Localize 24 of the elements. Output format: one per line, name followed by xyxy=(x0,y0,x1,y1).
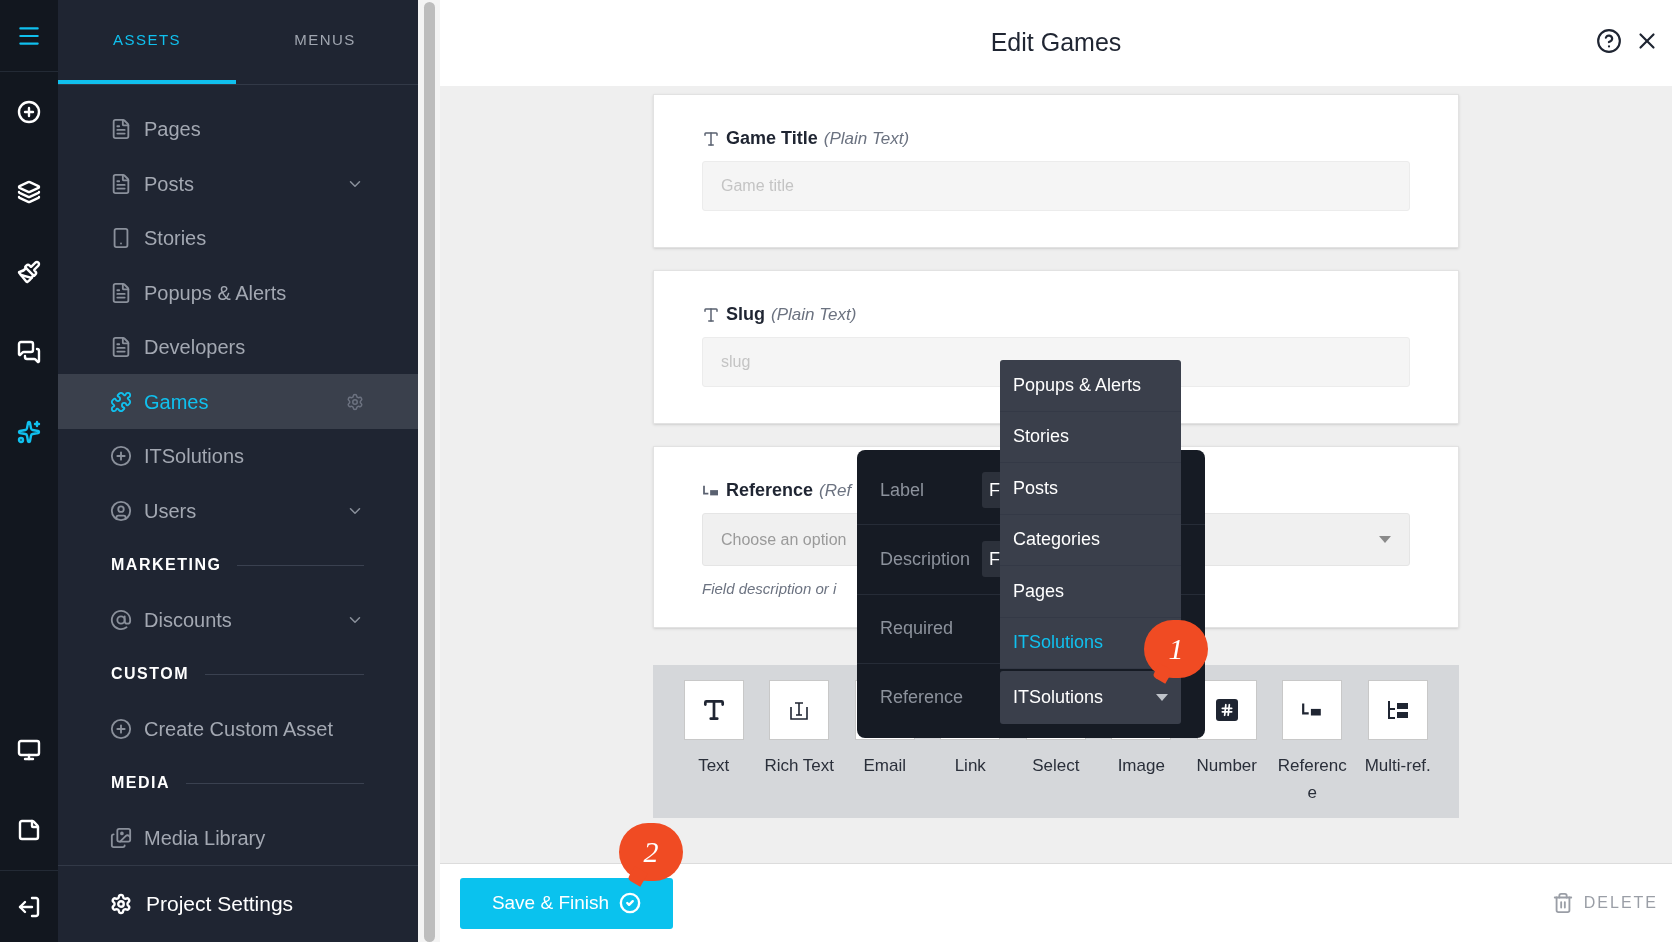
section-heading: CUSTOM xyxy=(111,664,190,685)
field-description: Field description or i xyxy=(702,579,837,599)
field-type-label: Select xyxy=(1031,754,1081,777)
setting-label: Label xyxy=(880,478,926,502)
field-type-label: Email xyxy=(862,754,907,777)
field-label: Game Title xyxy=(726,127,818,150)
field-type-label: Link xyxy=(953,754,987,777)
field-label: Reference xyxy=(726,479,814,502)
field-type-label: Number xyxy=(1195,754,1258,777)
field-type-label: Reference xyxy=(1276,754,1348,804)
field-type-label: Rich Text xyxy=(763,754,836,777)
setting-label: Reference xyxy=(880,686,965,710)
field-type-label: Image xyxy=(1116,754,1166,777)
field-type-label: (Plain Text) xyxy=(823,127,910,150)
section-heading: MARKETING xyxy=(111,555,222,576)
section-heading: MEDIA xyxy=(111,773,171,794)
field-type-label: Text xyxy=(697,754,731,777)
setting-label: Description xyxy=(880,547,972,571)
setting-label: Required xyxy=(880,617,955,641)
field-type-label: (Plain Text) xyxy=(771,303,857,326)
page-title: Edit Games xyxy=(990,27,1122,59)
field-type-label: Multi-ref. xyxy=(1363,754,1432,777)
field-type-label: (Ref xyxy=(819,479,852,502)
field-label: Slug xyxy=(726,303,765,326)
